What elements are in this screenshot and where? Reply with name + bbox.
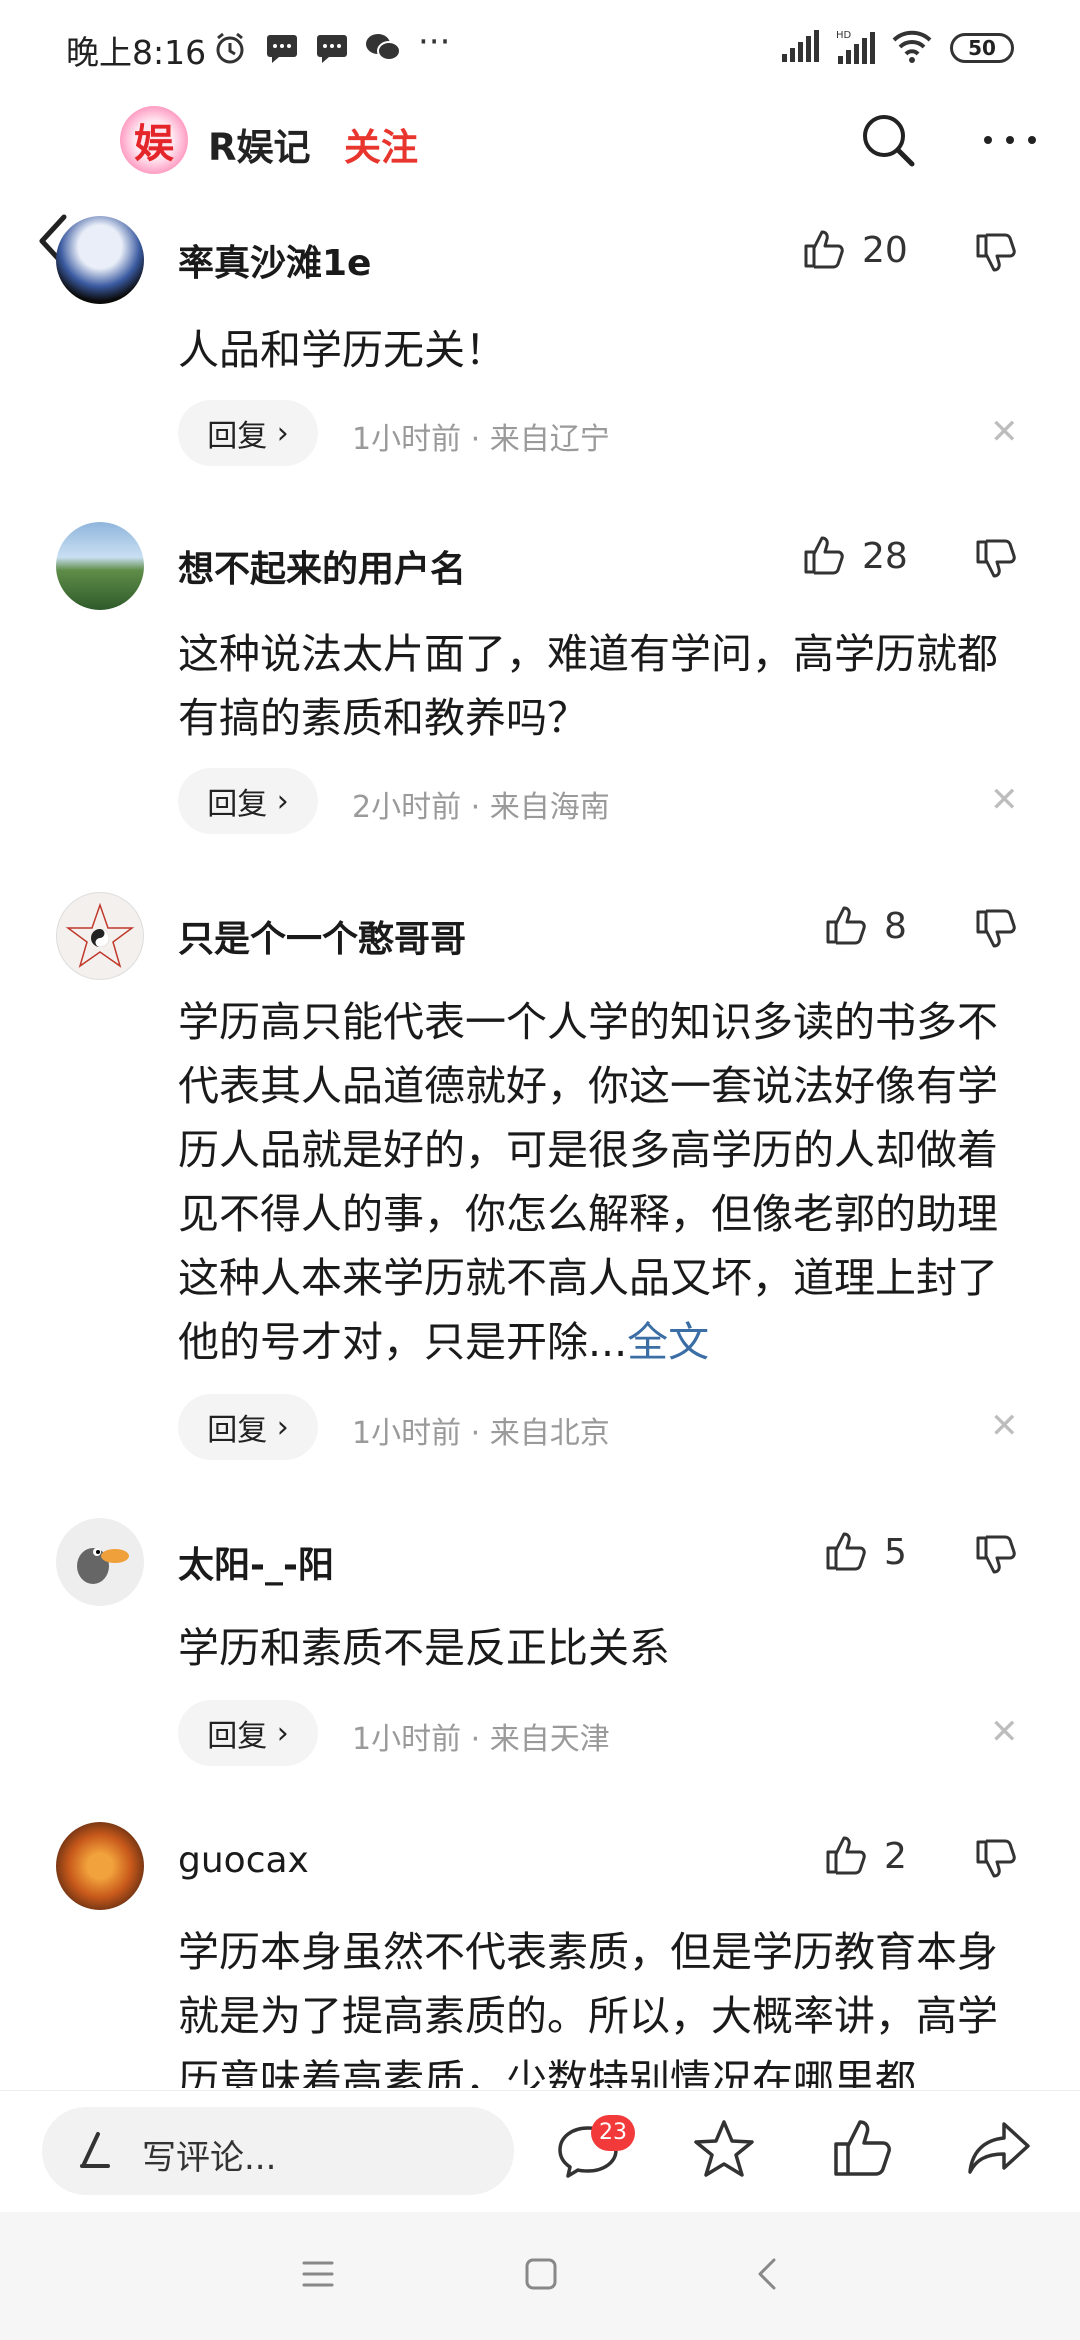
message-icon-2 (317, 35, 347, 63)
menu-icon[interactable] (300, 2257, 336, 2291)
thumbs-up-icon[interactable] (824, 1832, 868, 1876)
comment-meta: 1小时前 · 来自天津 (352, 1722, 610, 1757)
share-icon[interactable] (966, 2118, 1032, 2178)
reply-button[interactable]: 回复 › (178, 768, 318, 834)
thumbs-down-icon[interactable] (974, 908, 1018, 952)
close-icon[interactable]: ✕ (990, 780, 1019, 820)
user-avatar[interactable] (56, 892, 144, 980)
thumbs-down-icon[interactable] (974, 1838, 1018, 1882)
reply-button[interactable]: 回复 › (178, 1394, 318, 1460)
comment-username[interactable]: 想不起来的用户名 (178, 540, 466, 592)
thumbs-down-icon[interactable] (974, 1534, 1018, 1578)
comment-text: 人品和学历无关！ (178, 326, 506, 374)
battery-indicator: 50 (950, 33, 1014, 63)
status-time: 晚上8:16 (66, 33, 207, 72)
like-count: 8 (884, 906, 907, 947)
like-count: 5 (884, 1532, 907, 1573)
more-options-icon[interactable] (982, 132, 1038, 148)
user-avatar[interactable] (56, 1822, 144, 1910)
message-icon (267, 35, 297, 63)
signal-hd-icon: HD (836, 30, 875, 64)
thumbs-up-icon[interactable] (802, 226, 846, 270)
wifi-icon (892, 30, 932, 63)
wechat-icon (366, 34, 401, 61)
channel-name[interactable]: R娱记 (208, 117, 311, 171)
close-icon[interactable]: ✕ (990, 1712, 1019, 1752)
close-icon[interactable]: ✕ (990, 1406, 1019, 1446)
thumbs-up-icon[interactable] (824, 1528, 868, 1572)
write-comment-placeholder: 写评论... (142, 2138, 277, 2178)
comment-username[interactable]: guocax (178, 1840, 309, 1881)
comment-body: 学历高只能代表一个人学的知识多读的书多不代表其人品道德就好，你这一套说法好像有学… (178, 998, 998, 1366)
channel-avatar[interactable]: 娱 (120, 106, 188, 174)
user-avatar[interactable] (56, 216, 144, 304)
comment-username[interactable]: 太阳-_-阳 (178, 1536, 334, 1588)
like-count: 2 (884, 1836, 907, 1877)
reply-label: 回复 (207, 419, 268, 454)
like-count: 20 (862, 230, 908, 271)
reply-label: 回复 (207, 787, 268, 822)
comment-username[interactable]: 率真沙滩1e (178, 234, 371, 286)
reply-label: 回复 (207, 1719, 268, 1754)
thumbs-up-large-icon[interactable] (830, 2116, 894, 2180)
read-full-link[interactable]: 全文 (627, 1318, 709, 1366)
thumbs-up-icon[interactable] (802, 532, 846, 576)
user-avatar[interactable] (56, 1518, 144, 1606)
thumbs-up-icon[interactable] (824, 902, 868, 946)
chevron-right-icon: › (276, 783, 289, 819)
reply-button[interactable]: 回复 › (178, 1700, 318, 1766)
pen-icon (80, 2132, 110, 2168)
reply-label: 回复 (207, 1413, 268, 1448)
follow-button[interactable]: 关注 (344, 117, 418, 171)
comment-text: 学历高只能代表一个人学的知识多读的书多不代表其人品道德就好，你这一套说法好像有学… (178, 990, 1038, 1374)
more-notifications-icon: ··· (418, 22, 451, 62)
signal-icon (782, 30, 819, 62)
system-back-icon[interactable] (754, 2256, 782, 2292)
chevron-right-icon: › (276, 415, 289, 451)
home-icon[interactable] (523, 2256, 559, 2292)
close-icon[interactable]: ✕ (990, 412, 1019, 452)
comment-username[interactable]: 只是个一个憨哥哥 (178, 910, 466, 962)
comment-text: 学历和素质不是反正比关系 (178, 1624, 670, 1672)
alarm-icon (216, 32, 244, 64)
star-icon[interactable] (692, 2118, 756, 2180)
like-count: 28 (862, 536, 908, 577)
reply-button[interactable]: 回复 › (178, 400, 318, 466)
thumbs-down-icon[interactable] (974, 538, 1018, 582)
comment-meta: 1小时前 · 来自辽宁 (352, 422, 610, 457)
comment-text: 学历本身虽然不代表素质，但是学历教育本身就是为了提高素质的。所以，大概率讲，高学… (178, 1928, 998, 2088)
comment-text: 这种说法太片面了，难道有学问，高学历就都有搞的素质和教养吗？ (178, 630, 998, 742)
svg-text:HD: HD (836, 30, 852, 41)
yin-yang-star-icon (65, 902, 135, 968)
user-avatar[interactable] (56, 522, 144, 610)
status-bar: 晚上8:16 ··· HD 50 (0, 0, 1080, 100)
search-icon[interactable] (860, 112, 916, 168)
comment-meta: 2小时前 · 来自海南 (352, 790, 610, 825)
comment-count-badge: 23 (591, 2115, 635, 2151)
thumbs-down-icon[interactable] (974, 232, 1018, 276)
comment-meta: 1小时前 · 来自北京 (352, 1416, 610, 1451)
chevron-right-icon: › (276, 1715, 289, 1751)
chevron-right-icon: › (276, 1409, 289, 1445)
duck-avatar-icon (77, 1548, 129, 1584)
